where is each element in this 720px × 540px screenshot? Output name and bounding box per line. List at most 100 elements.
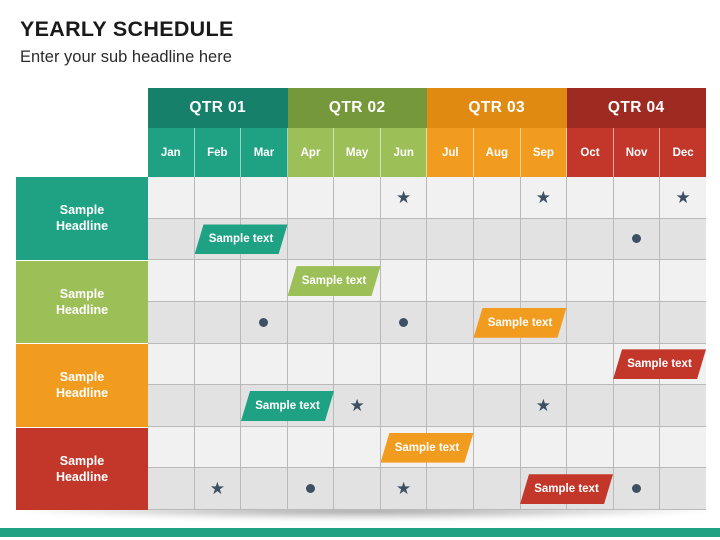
grid-cell[interactable] xyxy=(194,426,242,469)
grid-cell[interactable] xyxy=(380,301,428,344)
grid-cell[interactable] xyxy=(613,426,661,469)
grid-cell[interactable] xyxy=(613,218,661,261)
grid-cell[interactable] xyxy=(194,343,242,386)
grid-cell[interactable] xyxy=(613,301,661,344)
grid-cell[interactable] xyxy=(660,219,706,261)
grid-cell[interactable] xyxy=(520,218,568,261)
grid-cell[interactable] xyxy=(567,343,614,386)
task-bar-2[interactable]: Sample text xyxy=(288,266,381,296)
grid-cell[interactable] xyxy=(427,385,475,427)
grid-cell[interactable] xyxy=(148,218,195,261)
grid-cell[interactable] xyxy=(520,260,568,302)
grid-cell[interactable] xyxy=(334,301,381,344)
grid-cell[interactable] xyxy=(334,468,381,510)
grid-cell[interactable]: ★ xyxy=(520,177,568,219)
grid-cell[interactable] xyxy=(148,177,195,219)
month-header-jan: Jan xyxy=(148,128,195,177)
grid-cell[interactable] xyxy=(427,468,475,510)
grid-cell[interactable] xyxy=(613,260,661,302)
grid-cell[interactable] xyxy=(660,260,706,302)
grid-cell[interactable] xyxy=(567,301,614,344)
grid-cell[interactable] xyxy=(287,218,335,261)
grid-cell[interactable] xyxy=(287,468,335,510)
grid-cell[interactable] xyxy=(334,218,381,261)
grid-cell[interactable] xyxy=(660,427,706,469)
grid-cell[interactable] xyxy=(334,343,381,386)
grid-cell[interactable] xyxy=(148,260,195,302)
grid-cell[interactable] xyxy=(613,177,661,219)
grid-cell[interactable] xyxy=(567,260,614,302)
grid-cell[interactable]: ★ xyxy=(194,468,242,510)
grid-cell[interactable] xyxy=(474,260,521,302)
grid-cell[interactable] xyxy=(287,426,335,469)
star-icon: ★ xyxy=(349,395,365,415)
task-bar-4[interactable]: Sample text xyxy=(613,349,706,379)
row-headline-1: Sample Headline xyxy=(16,177,148,261)
grid-cell[interactable] xyxy=(427,177,475,219)
grid-cell[interactable]: ★ xyxy=(380,177,428,219)
schedule-subrow xyxy=(148,260,706,302)
grid-cell[interactable]: ★ xyxy=(660,177,706,219)
grid-cell[interactable] xyxy=(148,426,195,469)
grid-cell[interactable] xyxy=(380,343,428,386)
grid-cell[interactable] xyxy=(287,301,335,344)
grid-cell[interactable] xyxy=(427,260,475,302)
grid-cell[interactable] xyxy=(567,426,614,469)
grid-cell[interactable]: ★ xyxy=(520,385,568,427)
grid-cell[interactable] xyxy=(474,385,521,427)
grid-cell[interactable] xyxy=(241,426,288,469)
grid-cell[interactable] xyxy=(613,385,661,427)
grid-cell[interactable] xyxy=(194,177,242,219)
grid-cell[interactable] xyxy=(427,343,475,386)
grid-cell[interactable]: ★ xyxy=(380,468,428,510)
grid-cell[interactable] xyxy=(427,301,475,344)
task-bar-7[interactable]: Sample text xyxy=(520,474,613,504)
task-bar-6[interactable]: Sample text xyxy=(381,433,474,463)
month-header-dec: Dec xyxy=(660,128,706,177)
grid-cell[interactable] xyxy=(474,177,521,219)
dot-icon xyxy=(259,317,269,327)
grid-cell[interactable] xyxy=(241,260,288,302)
grid-cell[interactable] xyxy=(334,426,381,469)
grid-cell[interactable] xyxy=(334,177,381,219)
month-header-jul: Jul xyxy=(427,128,475,177)
task-bar-3[interactable]: Sample text xyxy=(474,308,567,338)
task-bar-5[interactable]: Sample text xyxy=(241,391,334,421)
grid-cell[interactable] xyxy=(567,218,614,261)
grid-cell[interactable] xyxy=(241,301,288,344)
grid-cell[interactable] xyxy=(613,468,661,510)
grid-cell[interactable] xyxy=(474,218,521,261)
grid-cell[interactable] xyxy=(148,468,195,510)
grid-cell[interactable] xyxy=(194,301,242,344)
grid-cell[interactable] xyxy=(567,385,614,427)
grid-cell[interactable] xyxy=(474,426,521,469)
grid-cell[interactable] xyxy=(520,343,568,386)
grid-cell[interactable] xyxy=(241,343,288,386)
grid-cell[interactable]: ★ xyxy=(334,385,381,427)
grid-cell[interactable] xyxy=(660,385,706,427)
grid-cell[interactable] xyxy=(148,385,195,427)
grid-cell[interactable] xyxy=(427,218,475,261)
task-bar-1[interactable]: Sample text xyxy=(195,224,288,254)
grid-cell[interactable] xyxy=(380,218,428,261)
grid-cell[interactable] xyxy=(148,343,195,386)
schedule-subrow xyxy=(148,301,706,344)
row-label-column: Sample Headline Sample Headline Sample Headli… xyxy=(16,177,148,510)
grid-cell[interactable] xyxy=(241,177,288,219)
grid-cell[interactable] xyxy=(567,177,614,219)
grid-cell[interactable] xyxy=(380,260,428,302)
grid-cell[interactable] xyxy=(194,385,242,427)
grid-cell[interactable] xyxy=(520,426,568,469)
grid-cell[interactable] xyxy=(148,301,195,344)
dot-icon xyxy=(632,234,642,244)
grid-cell[interactable] xyxy=(194,260,242,302)
grid-cell[interactable] xyxy=(474,343,521,386)
grid-cell[interactable] xyxy=(287,343,335,386)
row-headline-line1: Sample xyxy=(59,203,105,217)
grid-cell[interactable] xyxy=(287,177,335,219)
grid-cell[interactable] xyxy=(660,302,706,344)
grid-cell[interactable] xyxy=(474,468,521,510)
grid-cell[interactable] xyxy=(660,468,706,510)
grid-cell[interactable] xyxy=(380,385,428,427)
grid-cell[interactable] xyxy=(241,468,288,510)
